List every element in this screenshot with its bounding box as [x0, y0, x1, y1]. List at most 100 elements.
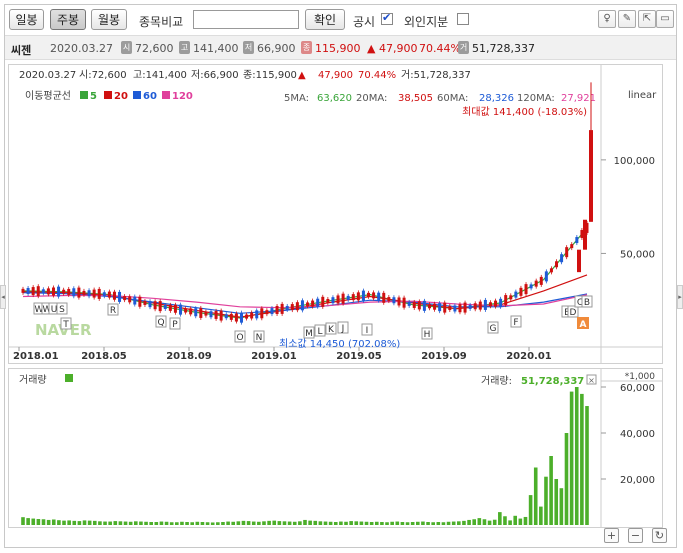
toolbar: 일봉 주봉 월봉 종목비교 확인 공시 외인지분 ♀ ✎ ⇱ ▭ [5, 5, 676, 35]
volume-bar [436, 522, 441, 525]
compare-input[interactable] [193, 10, 299, 29]
candle-body [544, 271, 548, 282]
volume-bar [144, 521, 148, 525]
candle-body [577, 249, 581, 273]
candle-body [356, 292, 360, 301]
candle-body [41, 289, 45, 294]
candle-body [478, 301, 482, 310]
volume-bar [195, 521, 200, 525]
volume-chart-svg[interactable]: 거래량 거래량: 51,728,337 × *1,00020,00040,00060,0… [9, 369, 662, 527]
x-tick-label: 2018.09 [166, 351, 212, 362]
candle-body [417, 301, 421, 310]
volume-bar [123, 521, 128, 525]
volume-bar [82, 520, 87, 525]
volume-bar [518, 518, 523, 525]
close-tag-icon: 종 [301, 41, 312, 54]
candle-body [82, 290, 86, 295]
candle-body [189, 308, 193, 315]
volume-bar [477, 518, 482, 525]
candle-body [463, 302, 467, 313]
candle-body [494, 300, 498, 307]
price-chart-svg[interactable]: 2020.03.27 시:72,600 고:141,400 저:66,900 종:115… [9, 65, 662, 363]
candle-body [239, 312, 243, 323]
volume-bar [118, 521, 123, 525]
candle-body [519, 287, 523, 296]
zoom-out-button[interactable]: − [628, 528, 643, 543]
candle-body [534, 280, 538, 287]
volume-bar [395, 521, 400, 525]
candle-body [555, 261, 559, 268]
volume-bar [380, 522, 384, 525]
volume-chart-panel: 거래량 거래량: 51,728,337 × *1,000 20,000 40,000 60,0… [8, 368, 663, 528]
candle-body [402, 297, 406, 308]
volume-legend-swatch [65, 374, 73, 382]
left-scroll-arrow[interactable]: ◂ [0, 285, 6, 309]
volume-bar [190, 522, 194, 525]
ma5-legend-label: 5 [90, 91, 97, 102]
volume-bar [385, 522, 389, 525]
candle-body [26, 287, 30, 294]
ma120-legend-label: 120 [172, 91, 193, 102]
zoom-in-button[interactable]: + [604, 528, 619, 543]
candle-body [341, 293, 345, 304]
candle-body [112, 291, 116, 300]
candle-body [265, 310, 269, 315]
pen-icon[interactable]: ✎ [618, 10, 636, 28]
legend-date: 2020.03.27 [19, 70, 76, 81]
candle-body [504, 295, 508, 306]
info-low: 66,900 [257, 42, 296, 55]
ma20-value-label: 20MA: [356, 93, 387, 104]
screen-icon[interactable]: ▭ [656, 10, 674, 28]
volume-title: 거래량 [19, 374, 47, 386]
cursor-icon[interactable]: ⇱ [638, 10, 656, 28]
disclosure-checkbox[interactable] [381, 11, 393, 25]
candle-body [311, 300, 315, 307]
volume-bar [36, 519, 41, 525]
candle-body [583, 219, 587, 250]
candle-body [529, 284, 533, 289]
volume-bar [344, 521, 348, 525]
candle-body [46, 288, 50, 295]
volume-bar [175, 522, 179, 525]
volume-bar [210, 522, 215, 525]
candle-body [229, 313, 233, 320]
volume-bar [462, 520, 466, 525]
volume-bar [139, 521, 143, 525]
reset-button[interactable]: ↻ [652, 528, 667, 543]
candle-body [367, 292, 371, 297]
volume-bar [313, 520, 318, 525]
volume-bar [159, 521, 164, 525]
weekly-button[interactable]: 주봉 [50, 9, 86, 30]
volume-bar [180, 521, 184, 525]
volume-bar [21, 517, 25, 525]
candle-body [539, 276, 543, 285]
event-marker-label: N [256, 333, 263, 343]
compare-label: 종목비교 [139, 15, 184, 29]
monthly-button[interactable]: 월봉 [91, 9, 127, 30]
candle-body [245, 314, 249, 319]
right-scroll-arrow[interactable]: ▸ [677, 285, 683, 309]
volume-bar [77, 521, 82, 525]
volume-y-tick-label: 40,000 [620, 429, 655, 440]
volume-bar [451, 521, 456, 525]
candle-body [285, 305, 289, 310]
candle-body [102, 292, 106, 297]
info-change: ▲ 47,900 [367, 42, 418, 55]
daily-button[interactable]: 일봉 [9, 9, 44, 30]
event-marker-label: Q [157, 318, 164, 328]
volume-bar [503, 516, 507, 525]
candle-body [549, 268, 553, 273]
confirm-button[interactable]: 확인 [305, 9, 345, 30]
candle-body [483, 299, 487, 310]
volume-bar [164, 521, 169, 525]
volume-bar [272, 520, 277, 525]
volume-bar [277, 521, 282, 525]
candle-body [250, 312, 254, 319]
event-marker-label: L [317, 327, 322, 337]
volume-tag-icon: 거 [458, 41, 469, 54]
indicator-icon[interactable]: ♀ [598, 10, 616, 28]
candle-body [560, 254, 564, 263]
legend-volume: 거:51,728,337 [401, 69, 471, 81]
candle-body [295, 302, 299, 311]
foreign-checkbox[interactable] [457, 13, 469, 25]
